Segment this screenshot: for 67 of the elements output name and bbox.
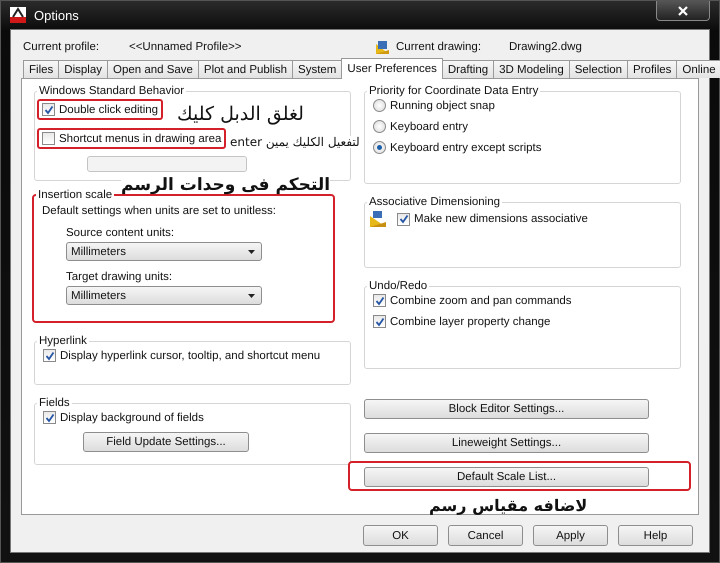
- annotation-text: لتفعيل الكليك يمين enter: [230, 136, 360, 148]
- checkbox[interactable]: [43, 349, 56, 362]
- drawing-name: Drawing2.dwg: [509, 41, 582, 53]
- dialog-button[interactable]: Apply: [533, 525, 608, 546]
- group-title: Priority for Coordinate Data Entry: [368, 85, 540, 97]
- drawing-icon: [375, 40, 390, 54]
- drawing-label: Current drawing:: [396, 41, 482, 53]
- radio-label: Keyboard entry except scripts: [390, 142, 542, 154]
- settings-button[interactable]: Default Scale List...: [364, 467, 649, 487]
- tab[interactable]: Display: [58, 60, 108, 78]
- checkbox-label: Combine zoom and pan commands: [390, 294, 572, 306]
- dropdown[interactable]: Millimeters: [66, 242, 262, 261]
- tab[interactable]: Drafting: [442, 60, 494, 78]
- dialog-button[interactable]: Help: [618, 525, 693, 546]
- group-title: Hyperlink: [38, 335, 88, 347]
- annotation-text: لاضافه مقياس رسم: [429, 498, 588, 514]
- checkbox[interactable]: [373, 294, 386, 307]
- group-title: Associative Dimensioning: [368, 196, 502, 208]
- group-title: Fields: [38, 397, 71, 409]
- close-button[interactable]: [656, 1, 710, 21]
- settings-button[interactable]: Lineweight Settings...: [364, 433, 649, 453]
- radio-button[interactable]: [373, 141, 386, 154]
- checkbox-label: Display background of fields: [60, 412, 204, 424]
- caret-icon: [248, 250, 255, 254]
- checkbox-label: Make new dimensions associative: [414, 213, 588, 225]
- settings-button[interactable]: Field Update Settings...: [83, 432, 249, 452]
- window-title: Options: [34, 8, 79, 22]
- group-title: Undo/Redo: [368, 280, 428, 292]
- radio-label: Running object snap: [390, 100, 495, 112]
- tab[interactable]: Profiles: [627, 60, 678, 78]
- tab[interactable]: Online: [676, 60, 720, 78]
- dropdown-label: Source content units:: [66, 227, 176, 239]
- tab[interactable]: Files: [23, 60, 60, 78]
- checkbox[interactable]: [42, 103, 55, 116]
- dimension-icon: [369, 210, 387, 228]
- checkbox[interactable]: [43, 411, 56, 424]
- annotation-text: التحكم فى وحدات الرسم: [121, 177, 330, 194]
- settings-button[interactable]: Block Editor Settings...: [364, 399, 649, 419]
- app-icon: [10, 7, 26, 23]
- group-title: Windows Standard Behavior: [38, 85, 186, 97]
- tab[interactable]: Plot and Publish: [198, 60, 294, 78]
- radio-button[interactable]: [373, 99, 386, 112]
- profile-label: Current profile:: [23, 41, 100, 53]
- tab[interactable]: Selection: [568, 60, 628, 78]
- radio-button[interactable]: [373, 120, 386, 133]
- checkbox-label: Double click editing: [59, 104, 158, 116]
- tab[interactable]: Open and Save: [107, 60, 199, 78]
- checkbox[interactable]: [42, 132, 55, 145]
- dialog-button[interactable]: Cancel: [448, 525, 523, 546]
- dropdown-label: Target drawing units:: [66, 271, 174, 283]
- caret-icon: [248, 294, 255, 298]
- profile-name: <<Unnamed Profile>>: [129, 41, 243, 53]
- close-icon: [678, 6, 688, 16]
- description-text: Default settings when units are set to unitless:: [42, 205, 277, 217]
- radio-label: Keyboard entry: [390, 120, 468, 132]
- checkbox[interactable]: [397, 212, 410, 226]
- tab[interactable]: System: [292, 60, 342, 78]
- checkbox[interactable]: [373, 315, 386, 328]
- tab[interactable]: User Preferences: [341, 58, 443, 79]
- annotation-text: لغلق الدبل كليك: [177, 105, 304, 124]
- dropdown[interactable]: Millimeters: [66, 286, 262, 305]
- group-title: Insertion scale: [37, 189, 114, 201]
- checkbox-label: Combine layer property change: [390, 316, 550, 328]
- checkbox-label: Display hyperlink cursor, tooltip, and shortcut menu: [60, 350, 320, 362]
- checkbox-label: Shortcut menus in drawing area: [59, 132, 222, 144]
- tab[interactable]: 3D Modeling: [493, 60, 570, 78]
- dialog-button[interactable]: OK: [363, 525, 438, 546]
